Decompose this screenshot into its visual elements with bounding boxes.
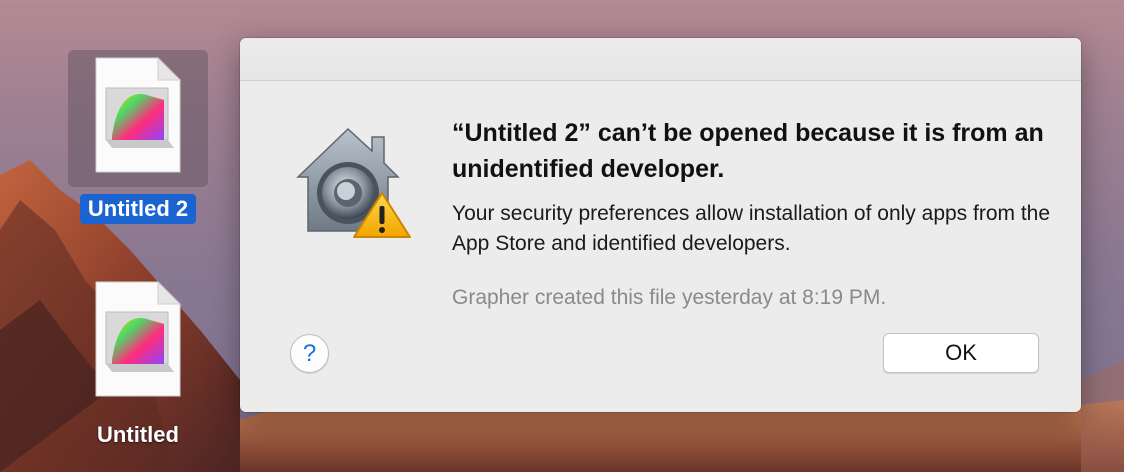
desktop-icon-label: Untitled 2 [68, 194, 208, 224]
grapher-document-icon [95, 280, 182, 397]
alert-message: Your security preferences allow installa… [452, 202, 1051, 255]
alert-heading: “Untitled 2” can’t be opened because it … [452, 119, 1044, 183]
security-alert-dialog: “Untitled 2” can’t be opened because it … [240, 38, 1081, 412]
ok-button[interactable]: OK [883, 333, 1039, 373]
desktop-icon-untitled-2[interactable]: Untitled 2 [68, 50, 208, 230]
desktop-icon-label: Untitled [97, 422, 179, 447]
grapher-document-icon [95, 56, 182, 173]
gatekeeper-security-warning-icon [296, 127, 411, 238]
desktop-icon-untitled[interactable]: Untitled [68, 276, 208, 456]
dialog-titlebar [240, 38, 1081, 81]
file-info-text: Grapher created this file yesterday at 8… [452, 286, 887, 309]
help-button[interactable]: ? [290, 334, 329, 373]
